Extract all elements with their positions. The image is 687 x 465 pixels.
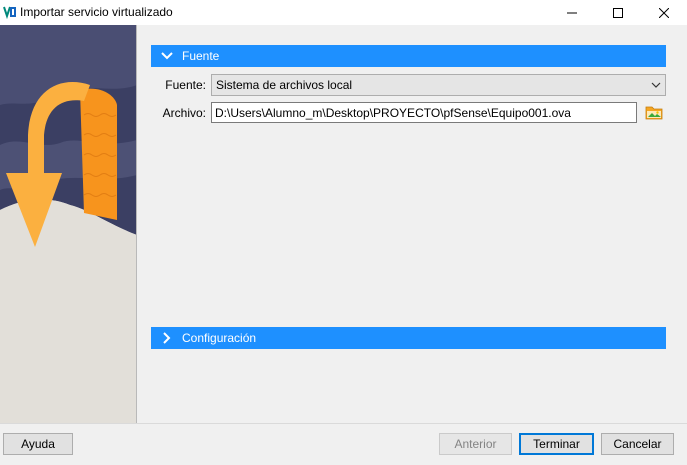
wizard-banner-image bbox=[0, 25, 137, 423]
finish-button[interactable]: Terminar bbox=[519, 433, 594, 455]
fuente-select-value: Sistema de archivos local bbox=[216, 78, 353, 92]
help-button[interactable]: Ayuda bbox=[3, 433, 73, 455]
maximize-button[interactable] bbox=[595, 0, 641, 25]
fuente-label: Fuente: bbox=[165, 78, 206, 92]
previous-button[interactable]: Anterior bbox=[439, 433, 512, 455]
chevron-down-icon bbox=[651, 82, 661, 88]
close-icon bbox=[659, 7, 669, 18]
browse-folder-icon[interactable] bbox=[645, 103, 663, 121]
title-bar: Importar servicio virtualizado bbox=[0, 0, 687, 25]
window-title: Importar servicio virtualizado bbox=[20, 5, 173, 19]
cancel-button[interactable]: Cancelar bbox=[601, 433, 674, 455]
minimize-button[interactable] bbox=[549, 0, 595, 25]
chevron-down-icon bbox=[161, 52, 173, 60]
archivo-path-value: D:\Users\Alumno_m\Desktop\PROYECTO\pfSen… bbox=[215, 105, 571, 120]
section-label-fuente: Fuente bbox=[182, 49, 220, 63]
archivo-label: Archivo: bbox=[162, 106, 206, 120]
section-label-configuracion: Configuración bbox=[182, 331, 257, 345]
import-dialog: Importar servicio virtualizado Fuente Fu… bbox=[0, 0, 687, 465]
app-logo-icon bbox=[2, 4, 18, 20]
section-header-configuracion[interactable]: Configuración bbox=[151, 327, 666, 349]
section-header-fuente[interactable]: Fuente bbox=[151, 45, 666, 67]
minimize-icon bbox=[567, 12, 577, 13]
close-button[interactable] bbox=[641, 0, 687, 25]
fuente-select[interactable]: Sistema de archivos local bbox=[211, 74, 666, 96]
archivo-path-input[interactable]: D:\Users\Alumno_m\Desktop\PROYECTO\pfSen… bbox=[211, 102, 637, 123]
chevron-right-icon bbox=[163, 332, 171, 344]
maximize-icon bbox=[613, 7, 623, 18]
